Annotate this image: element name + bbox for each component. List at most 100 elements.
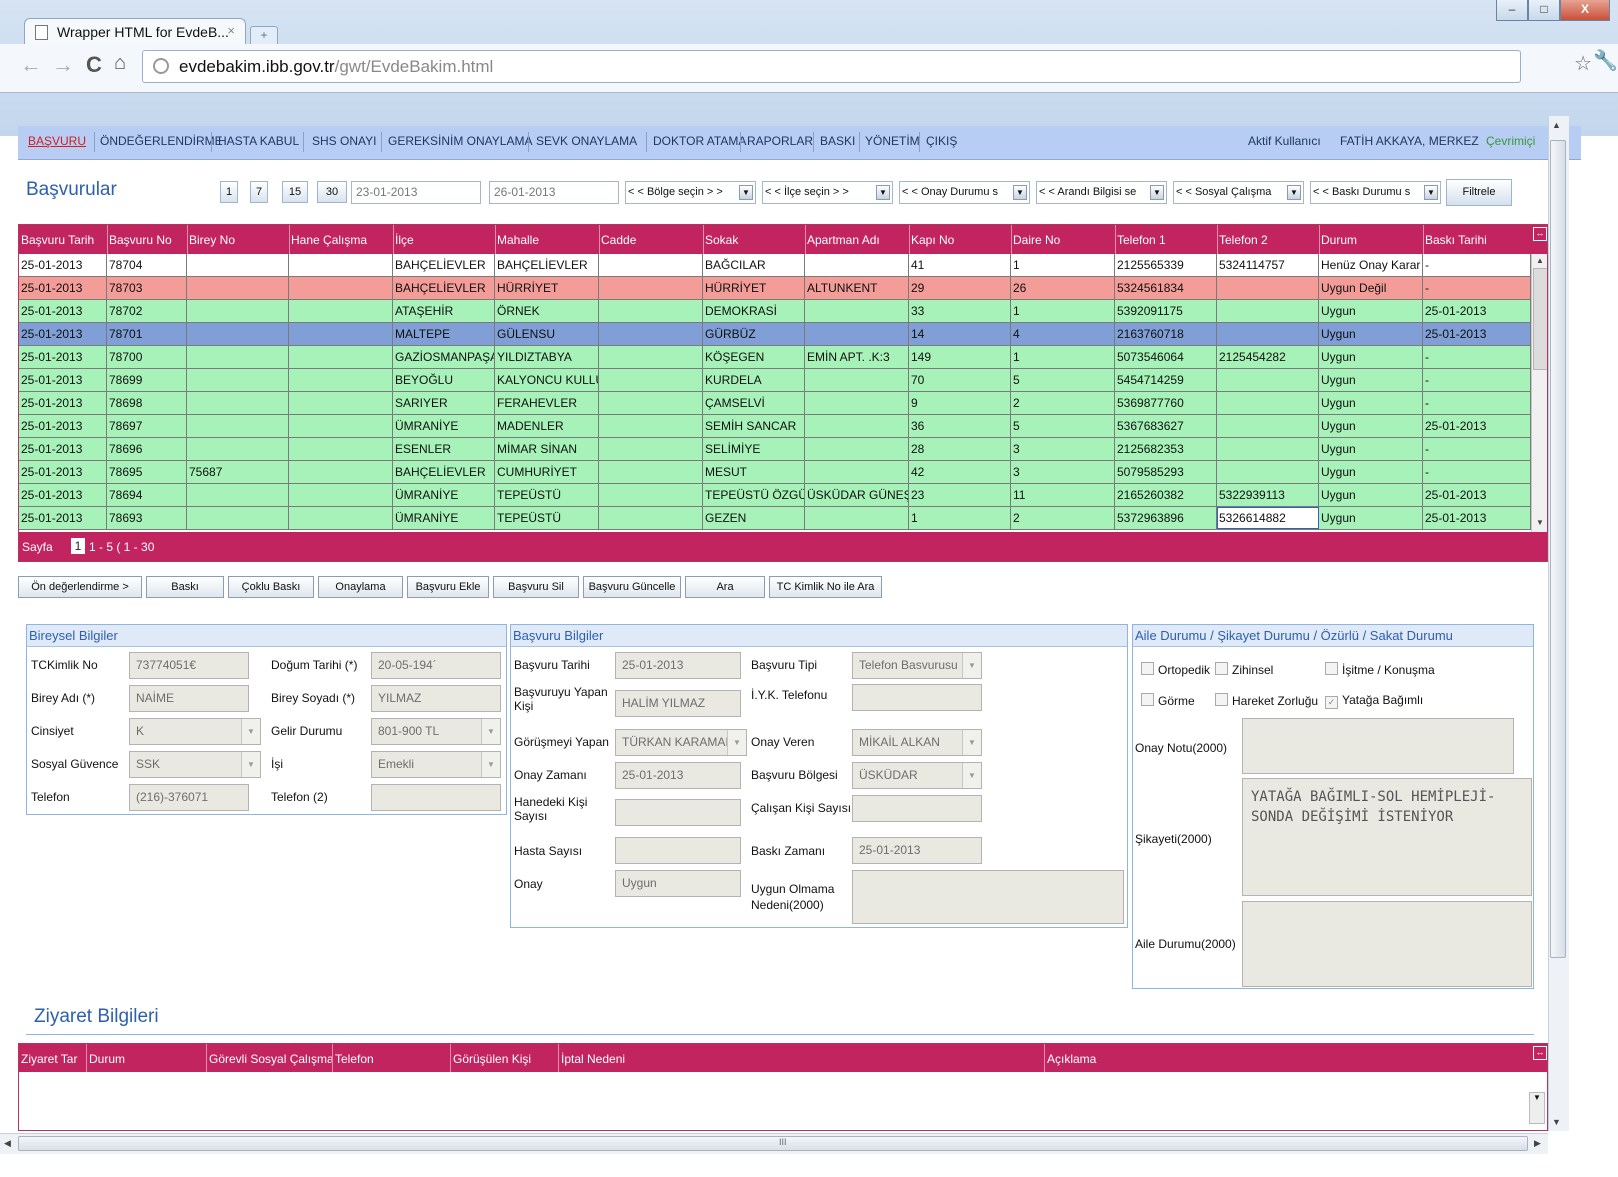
onayzaman-field[interactable]: 25-01-2013 bbox=[615, 762, 741, 789]
scroll-down-icon[interactable]: ▼ bbox=[1529, 1092, 1545, 1124]
column-header[interactable]: Başvuru Tarih bbox=[21, 233, 105, 247]
menu-raporlar[interactable]: RAPORLAR bbox=[747, 134, 813, 148]
onay-field[interactable]: Uygun bbox=[615, 870, 741, 897]
telefon2-field[interactable] bbox=[371, 784, 501, 811]
basvuru-guncelle-button[interactable]: Başvuru Güncelle bbox=[583, 576, 681, 598]
scroll-up-icon[interactable]: ▲ bbox=[1552, 120, 1561, 130]
column-header[interactable]: Baskı Tarihi bbox=[1425, 233, 1529, 247]
onaylama-button[interactable]: Onaylama bbox=[318, 576, 403, 598]
column-header[interactable]: İptal Nedeni bbox=[561, 1052, 1045, 1066]
column-header[interactable]: Telefon 2 bbox=[1219, 233, 1317, 247]
scroll-up-icon[interactable]: ▲ bbox=[1536, 256, 1544, 265]
baski-zaman-field[interactable]: 25-01-2013 bbox=[852, 837, 982, 864]
address-bar[interactable]: evdebakim.ibb.gov.tr/gwt/EvdeBakim.html bbox=[142, 50, 1521, 83]
gelir-select[interactable]: 801-900 TL ▼ bbox=[371, 718, 501, 745]
tarih-field[interactable]: 25-01-2013 bbox=[615, 652, 741, 679]
hane-field[interactable] bbox=[615, 799, 741, 826]
scroll-down-icon[interactable]: ▼ bbox=[1552, 1117, 1561, 1127]
column-header[interactable]: Telefon bbox=[335, 1052, 451, 1066]
ad-field[interactable]: NAİME bbox=[129, 685, 249, 712]
hasta-field[interactable] bbox=[615, 837, 741, 864]
column-header[interactable]: Görüşülen Kişi bbox=[453, 1052, 559, 1066]
column-header[interactable]: Telefon 1 bbox=[1117, 233, 1215, 247]
menu-cikis[interactable]: ÇIKIŞ bbox=[926, 134, 957, 148]
bolge-select[interactable]: < < Bölge seçin > > ▼ bbox=[625, 181, 756, 204]
column-header[interactable]: Mahalle bbox=[497, 233, 597, 247]
basvuru-sil-button[interactable]: Başvuru Sil bbox=[493, 576, 579, 598]
onay-notu-textarea[interactable] bbox=[1242, 718, 1514, 774]
table-row[interactable]: 25-01-2013 78694 ÜMRANİYE TEPEÜSTÜ TEPEÜSTÜ … bbox=[19, 484, 1531, 507]
guvence-select[interactable]: SSK ▼ bbox=[129, 751, 261, 778]
ortopedik-checkbox[interactable]: Ortopedik bbox=[1141, 662, 1210, 677]
grid-vertical-scrollbar[interactable]: ▲ ▼ bbox=[1531, 254, 1547, 532]
menu-basvuru[interactable]: BAŞVURU bbox=[28, 134, 86, 148]
column-header[interactable]: Ziyaret Tar bbox=[21, 1052, 87, 1066]
column-header[interactable]: Sokak bbox=[705, 233, 803, 247]
sosyal-calisma-select[interactable]: < < Sosyal Çalışma ▼ bbox=[1173, 181, 1304, 204]
tc-kimlik-ara-button[interactable]: TC Kimlik No ile Ara bbox=[769, 576, 882, 598]
menu-sevk-onaylama[interactable]: SEVK ONAYLAMA bbox=[536, 134, 637, 148]
table-row[interactable]: 25-01-2013 78703 BAHÇELİEVLER HÜRRİYET HÜRRİ… bbox=[19, 277, 1531, 300]
page-horizontal-scroll-thumb[interactable]: III bbox=[18, 1136, 1528, 1151]
date-from-input[interactable]: 23-01-2013 bbox=[351, 181, 481, 204]
bookmark-star-icon[interactable]: ☆ bbox=[1574, 51, 1592, 76]
calisan-field[interactable] bbox=[852, 795, 982, 822]
gorme-checkbox[interactable]: Görme bbox=[1141, 693, 1195, 708]
reload-icon[interactable]: C bbox=[86, 52, 102, 78]
cinsiyet-select[interactable]: K ▼ bbox=[129, 718, 261, 745]
page-vertical-scroll-thumb[interactable] bbox=[1550, 140, 1566, 958]
day-7-button[interactable]: 7 bbox=[250, 181, 268, 203]
table-row[interactable]: 25-01-2013 78700 GAZİOSMANPAŞA YILDIZTABYA K… bbox=[19, 346, 1531, 369]
menu-ondegerlendirme[interactable]: ÖNDEĞERLENDİRME bbox=[100, 134, 223, 148]
scroll-down-icon[interactable]: ▼ bbox=[1536, 518, 1544, 527]
column-header[interactable]: Apartman Adı bbox=[807, 233, 907, 247]
menu-shs-onayi[interactable]: SHS ONAYI bbox=[312, 134, 376, 148]
column-header[interactable]: Hane Çalışma bbox=[291, 233, 391, 247]
column-header[interactable]: İlçe bbox=[395, 233, 493, 247]
isitme-checkbox[interactable]: İşitme / Konuşma bbox=[1325, 662, 1435, 677]
ilce-select[interactable]: < < İlçe seçin > > ▼ bbox=[762, 181, 893, 204]
gorusme-select[interactable]: TÜRKAN KARAMAI ▼ bbox=[615, 729, 747, 756]
baski-durumu-select[interactable]: < < Baskı Durumu s ▼ bbox=[1310, 181, 1441, 204]
expand-columns-icon[interactable]: ↔ bbox=[1533, 1046, 1547, 1060]
zihinsel-checkbox[interactable]: Zihinsel bbox=[1215, 662, 1273, 677]
basvuru-ekle-button[interactable]: Başvuru Ekle bbox=[407, 576, 489, 598]
baski-button[interactable]: Baskı bbox=[146, 576, 224, 598]
bolge-select[interactable]: ÜSKÜDAR ▼ bbox=[852, 762, 982, 789]
menu-gereksinim-onaylama[interactable]: GEREKSİNİM ONAYLAMA bbox=[388, 134, 532, 148]
minimize-button[interactable]: – bbox=[1496, 0, 1528, 21]
table-row[interactable]: 25-01-2013 78696 ESENLER MİMAR SİNAN SELİMİY… bbox=[19, 438, 1531, 461]
on-degerlendirme-button[interactable]: Ön değerlendirme > bbox=[18, 576, 142, 598]
yapan-field[interactable]: HALİM YILMAZ bbox=[615, 690, 741, 717]
sikayet-textarea[interactable]: YATAĞA BAĞIMLI-SOL HEMİPLEJİ- SONDA DEĞİ… bbox=[1242, 778, 1532, 896]
menu-baski[interactable]: BASKI bbox=[820, 134, 855, 148]
column-header[interactable]: Açıklama bbox=[1047, 1052, 1447, 1066]
menu-hasta-kabul[interactable]: HASTA KABUL bbox=[218, 134, 299, 148]
table-row[interactable]: 25-01-2013 78693 ÜMRANİYE TEPEÜSTÜ GEZEN 1 2 53… bbox=[19, 507, 1531, 530]
table-row[interactable]: 25-01-2013 78702 ATAŞEHİR ÖRNEK DEMOKRASİ 33 1… bbox=[19, 300, 1531, 323]
aile-durumu-textarea[interactable] bbox=[1242, 901, 1532, 987]
ara-button[interactable]: Ara bbox=[685, 576, 765, 598]
dogum-field[interactable]: 20-05-194´ bbox=[371, 652, 501, 679]
column-header[interactable]: Durum bbox=[89, 1052, 207, 1066]
table-row[interactable]: 25-01-2013 78699 BEYOĞLU KALYONCU KULLU KURD… bbox=[19, 369, 1531, 392]
column-header[interactable]: Daire No bbox=[1013, 233, 1113, 247]
table-row[interactable]: 25-01-2013 78695 75687 BAHÇELİEVLER CUMHURİY… bbox=[19, 461, 1531, 484]
iyk-field[interactable] bbox=[852, 684, 982, 711]
soyad-field[interactable]: YILMAZ bbox=[371, 685, 501, 712]
expand-columns-icon[interactable]: ↔ bbox=[1533, 227, 1547, 241]
home-icon[interactable]: ⌂ bbox=[114, 52, 126, 75]
table-row[interactable]: 25-01-2013 78698 SARIYER FERAHEVLER ÇAMSELVİ… bbox=[19, 392, 1531, 415]
menu-doktor-atama[interactable]: DOKTOR ATAMA bbox=[653, 134, 746, 148]
onayveren-select[interactable]: MİKAİL ALKAN ▼ bbox=[852, 729, 982, 756]
browser-tab[interactable]: Wrapper HTML for EvdeB... × bbox=[24, 18, 246, 45]
table-row[interactable]: 25-01-2013 78704 BAHÇELİEVLER BAHÇELİEVLER B… bbox=[19, 254, 1531, 277]
hareket-checkbox[interactable]: Hareket Zorluğu bbox=[1215, 693, 1318, 708]
grid-scroll-thumb[interactable] bbox=[1533, 268, 1547, 370]
column-header[interactable]: Cadde bbox=[601, 233, 701, 247]
date-to-input[interactable]: 26-01-2013 bbox=[489, 181, 619, 204]
wrench-icon[interactable]: 🔧 bbox=[1593, 48, 1618, 73]
column-header[interactable]: Görevli Sosyal Çalışma bbox=[209, 1052, 333, 1066]
pager-current-page[interactable]: 1 bbox=[71, 538, 85, 554]
forward-icon[interactable]: → bbox=[52, 52, 74, 78]
